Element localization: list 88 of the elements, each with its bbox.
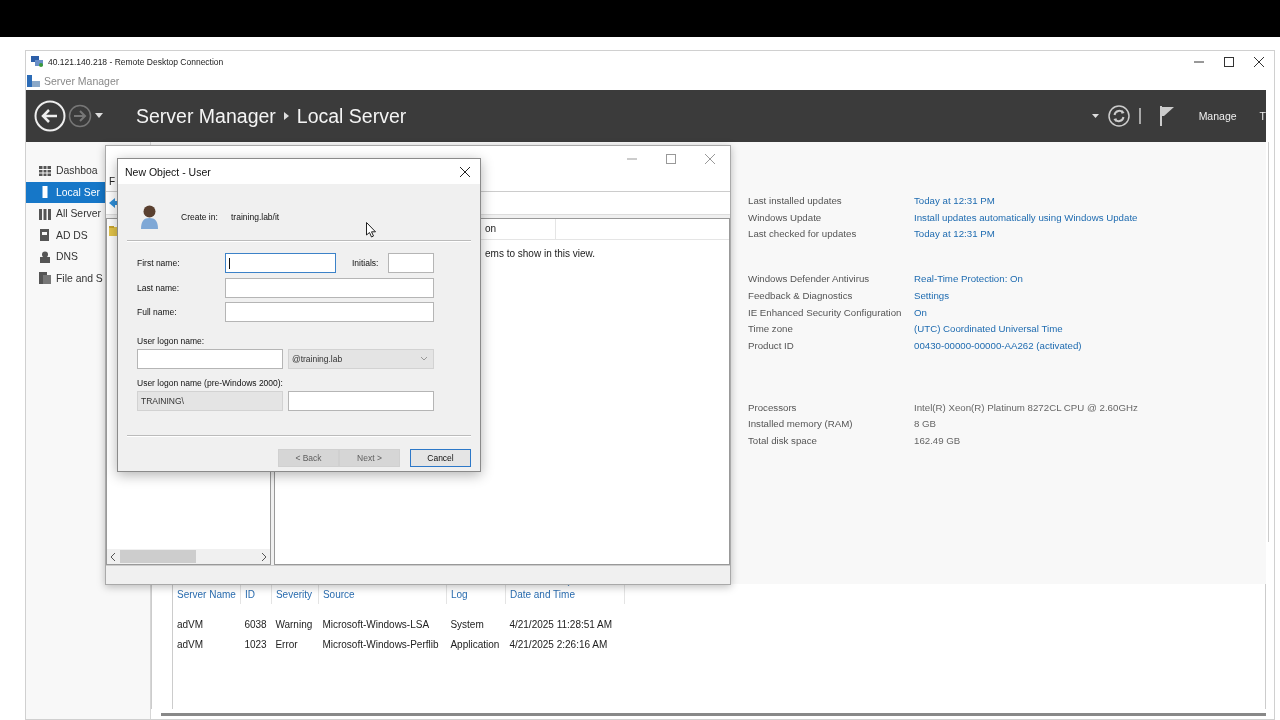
property-value: Intel(R) Xeon(R) Platinum 8272CL CPU @ 2.60GHz bbox=[914, 400, 1139, 415]
property-label: Windows Defender Antivirus bbox=[748, 272, 871, 287]
directory-icon bbox=[39, 229, 51, 242]
flag-icon[interactable] bbox=[1159, 106, 1174, 126]
field-label: Create in: bbox=[181, 211, 219, 222]
servers-icon bbox=[39, 207, 51, 220]
table-cell-text: Microsoft-Windows-Perflib bbox=[321, 637, 440, 652]
property-label: Last checked for updates bbox=[748, 227, 858, 242]
property-link[interactable]: (UTC) Coordinated Universal Time bbox=[914, 321, 1266, 338]
back-button[interactable] bbox=[34, 100, 66, 132]
window-title: 40.121.140.218 - Remote Desktop Connection bbox=[48, 56, 224, 67]
property-label: Total disk space bbox=[748, 434, 818, 449]
remote-desktop-icon bbox=[31, 56, 43, 67]
sidebar-item[interactable]: AD DS bbox=[26, 224, 105, 246]
chevron-icon bbox=[421, 357, 427, 361]
user-icon bbox=[140, 204, 159, 229]
server-manager-icon bbox=[27, 75, 40, 87]
property-label: Windows Update bbox=[748, 210, 823, 225]
field-label: First name: bbox=[137, 258, 181, 268]
table-cell-text: 4/21/2025 2:26:16 AM bbox=[508, 637, 609, 652]
dns-icon bbox=[39, 250, 51, 263]
close-icon[interactable] bbox=[460, 166, 470, 177]
empty-message: ems to show in this view. bbox=[484, 247, 597, 259]
text-field[interactable] bbox=[388, 253, 434, 273]
property-label: Product ID bbox=[748, 338, 795, 353]
property-label: Processors bbox=[748, 400, 798, 415]
sidebar-item[interactable]: All Server bbox=[26, 203, 105, 225]
property-link[interactable]: Today at 12:31 PM bbox=[914, 226, 1266, 244]
property-label: Time zone bbox=[748, 322, 794, 337]
property-link[interactable]: Real-Time Protection: On bbox=[914, 271, 1266, 288]
table-cell: Warning bbox=[271, 604, 319, 635]
dialog-title: New Object - User bbox=[125, 165, 212, 178]
sidebar-item[interactable]: DNS bbox=[26, 246, 105, 268]
menu-item[interactable]: F bbox=[109, 175, 116, 187]
table-cell-text: Error bbox=[274, 637, 299, 652]
property-link[interactable]: Install updates automatically using Windows Update bbox=[914, 209, 1266, 227]
text-field[interactable] bbox=[288, 391, 434, 411]
scroll-left-icon[interactable] bbox=[111, 552, 116, 561]
text-field[interactable] bbox=[137, 349, 283, 369]
field-label: Last name: bbox=[137, 283, 181, 293]
table-cell: System bbox=[446, 604, 506, 635]
table-cell-text: adVM bbox=[176, 637, 205, 652]
field-label: User logon name: bbox=[137, 336, 205, 346]
field-value: training.lab/it bbox=[231, 211, 280, 222]
maximize-icon[interactable] bbox=[1224, 56, 1234, 67]
scrollbar-thumb[interactable] bbox=[120, 550, 196, 563]
table-cell-text: 1023 bbox=[243, 637, 268, 652]
caret-icon[interactable] bbox=[1091, 114, 1099, 118]
breadcrumb-item[interactable]: Server Manager bbox=[136, 104, 276, 128]
property-label: Installed memory (RAM) bbox=[748, 417, 854, 432]
property-link[interactable]: 00430-00000-00000-AA262 (activated) bbox=[914, 337, 1266, 355]
sidebar-item[interactable]: Dashboa bbox=[26, 160, 105, 182]
text-field[interactable] bbox=[225, 302, 434, 322]
table-cell-text: Application bbox=[449, 637, 501, 652]
grid-icon bbox=[39, 164, 51, 177]
property-value: 162.49 GB bbox=[914, 434, 962, 449]
sidebar-item[interactable]: File and S bbox=[26, 267, 105, 289]
breadcrumb-separator-icon bbox=[283, 112, 289, 120]
caret-icon[interactable] bbox=[94, 113, 104, 119]
table-cell: 4/21/2025 11:28:51 AM bbox=[505, 604, 625, 635]
field-label: Full name: bbox=[137, 307, 178, 317]
property-link[interactable]: On bbox=[914, 304, 1266, 322]
sidebar-item[interactable]: Local Ser bbox=[26, 181, 105, 203]
menu-item[interactable]: Manage bbox=[1198, 106, 1237, 126]
text-field[interactable] bbox=[225, 253, 336, 273]
refresh-icon[interactable] bbox=[1107, 105, 1130, 127]
close-icon[interactable] bbox=[1254, 56, 1264, 67]
table-cell: adVM bbox=[173, 604, 241, 635]
property-label: Last installed updates bbox=[748, 194, 843, 208]
files-icon bbox=[39, 272, 51, 285]
app-title: Server Manager bbox=[44, 75, 120, 87]
menu-item[interactable]: T bbox=[1259, 106, 1266, 126]
breadcrumb-item: Local Server bbox=[296, 104, 407, 128]
cursor-icon bbox=[366, 222, 376, 238]
property-link[interactable]: Today at 12:31 PM bbox=[914, 193, 1266, 210]
text-field[interactable] bbox=[225, 278, 434, 298]
table-cell: Microsoft-Windows-LSA bbox=[318, 604, 447, 635]
table-cell: 6038 bbox=[240, 604, 272, 635]
property-label: IE Enhanced Security Configuration bbox=[748, 305, 903, 320]
divider-icon bbox=[1138, 108, 1141, 124]
property-value: 8 GB bbox=[914, 417, 938, 432]
field-label: Initials: bbox=[352, 258, 380, 268]
property-label: Feedback & Diagnostics bbox=[748, 288, 854, 303]
property-link[interactable]: Settings bbox=[914, 287, 1266, 305]
scrollbar[interactable] bbox=[161, 712, 1266, 716]
dialog-button[interactable]: Cancel bbox=[410, 449, 471, 467]
field-label: User logon name (pre-Windows 2000): bbox=[137, 378, 283, 388]
scroll-right-icon[interactable] bbox=[261, 552, 266, 561]
